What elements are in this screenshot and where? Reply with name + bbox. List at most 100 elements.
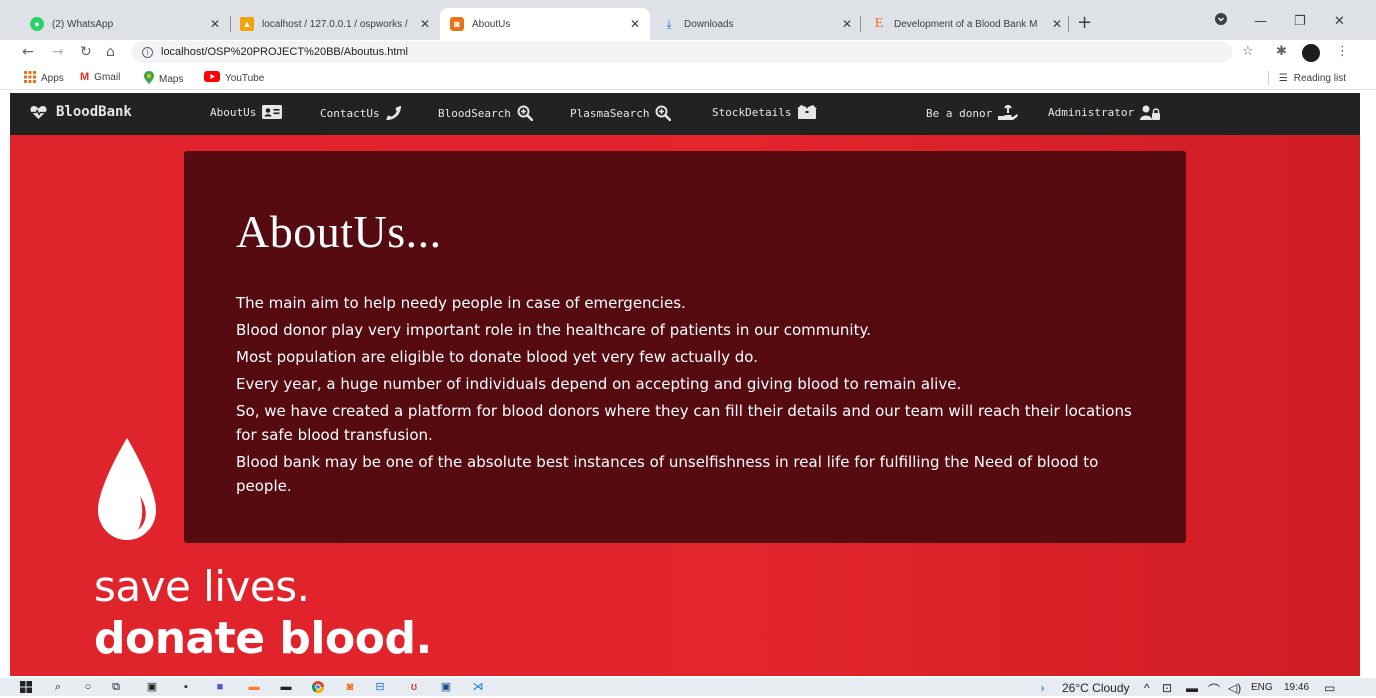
nav-bloodsearch[interactable]: BloodSearch (438, 105, 533, 121)
close-icon[interactable]: ✕ (420, 17, 430, 31)
nav-label: AboutUs (210, 105, 257, 119)
bookmark-label: Gmail (94, 71, 121, 83)
url-field[interactable]: i localhost/OSP%20PROJECT%20BB/Aboutus.h… (132, 41, 1232, 63)
nav-administrator[interactable]: Administrator (1048, 105, 1161, 120)
wifi-icon[interactable]: ⌒ (1208, 681, 1220, 698)
volume-icon[interactable]: ◁) (1228, 681, 1241, 695)
nav-contactus[interactable]: ContactUs (320, 105, 402, 121)
folder-icon[interactable]: ▬ (280, 681, 292, 693)
donate-hand-icon (998, 105, 1018, 121)
reload-icon[interactable]: ↻ (80, 44, 92, 60)
about-paragraph: Most population are eligible to donate b… (236, 348, 758, 366)
about-paragraph: So, we have created a platform for blood… (236, 402, 1132, 444)
youtube-icon (204, 71, 220, 85)
app-icon[interactable]: ◙ (344, 681, 356, 693)
app-icon[interactable]: ▣ (440, 681, 452, 693)
tab-title: (2) WhatsApp (52, 18, 114, 30)
browser-tab-bar: ● (2) WhatsApp ✕ ▲ localhost / 127.0.0.1… (0, 0, 1376, 44)
tab-title: Downloads (684, 18, 734, 30)
nav-aboutus[interactable]: AboutUs (210, 105, 283, 119)
tab-aboutus[interactable]: ◙ AboutUs ✕ (440, 8, 650, 40)
new-tab-icon[interactable]: + (1077, 14, 1092, 32)
close-window-icon[interactable]: ✕ (1334, 14, 1345, 29)
notifications-icon[interactable]: ▭ (1324, 681, 1335, 695)
clock[interactable]: 19:46 (1284, 682, 1309, 693)
divider (1267, 71, 1269, 85)
phpmyadmin-icon: ▲ (240, 17, 254, 31)
id-card-icon (262, 105, 283, 119)
tab-development[interactable]: E Development of a Blood Bank M ✕ (862, 8, 1072, 40)
tab-phpmyadmin[interactable]: ▲ localhost / 127.0.0.1 / ospworks / ✕ (230, 8, 440, 40)
weather-icon[interactable]: ◑ (1038, 681, 1045, 695)
bookmark-gmail[interactable]: M Gmail (80, 71, 120, 83)
tab-divider (1068, 16, 1069, 32)
menu-icon[interactable]: ⋮ (1336, 45, 1349, 59)
page-content: BloodBank AboutUs ContactUs BloodSearch … (10, 93, 1360, 676)
nav-be-a-donor[interactable]: Be a donor (926, 105, 1018, 121)
reading-list-button[interactable]: ☰ Reading list (1267, 71, 1346, 85)
about-paragraph: Blood bank may be one of the absolute be… (236, 453, 1099, 495)
cortana-icon[interactable]: ○ (82, 681, 94, 693)
mail-icon[interactable]: ▪ (180, 681, 192, 693)
search-plus-icon (517, 105, 533, 121)
weather-text[interactable]: 26°C Cloudy (1062, 681, 1130, 695)
address-bar-row: ← → ↻ ⌂ i localhost/OSP%20PROJECT%20BB/A… (0, 40, 1376, 66)
network-icon[interactable]: ⊡ (1162, 681, 1172, 695)
battery-icon[interactable]: ▬ (1186, 681, 1198, 695)
tab-whatsapp[interactable]: ● (2) WhatsApp ✕ (20, 8, 230, 40)
nav-label: BloodSearch (438, 106, 511, 120)
bookmarks-bar: Apps M Gmail Maps YouTube ☰ Reading list (0, 66, 1376, 90)
nav-stockdetails[interactable]: StockDetails (712, 105, 818, 119)
tab-title: Development of a Blood Bank M (894, 18, 1038, 30)
brand-link[interactable]: BloodBank (30, 104, 132, 120)
about-paragraph: Blood donor play very important role in … (236, 321, 871, 339)
avatar[interactable] (1302, 44, 1320, 62)
maximize-icon[interactable]: ❐ (1294, 14, 1306, 29)
bookmark-apps[interactable]: Apps (24, 71, 64, 86)
vscode-icon[interactable]: ⋊ (472, 681, 484, 693)
phone-icon (385, 105, 402, 121)
app-icon[interactable]: ⊟ (374, 681, 386, 693)
app-icon[interactable]: ʊ (408, 681, 420, 693)
nav-plasmasearch[interactable]: PlasmaSearch (570, 105, 672, 121)
minimize-icon[interactable]: — (1254, 14, 1267, 29)
tab-downloads[interactable]: ⤓ Downloads ✕ (652, 8, 862, 40)
store-icon[interactable]: ▣ (146, 681, 158, 693)
tab-search-icon[interactable] (1214, 12, 1228, 30)
close-icon[interactable]: ✕ (630, 17, 640, 31)
bookmark-maps[interactable]: Maps (144, 71, 183, 87)
close-icon[interactable]: ✕ (842, 17, 852, 31)
teams-icon[interactable]: ■ (214, 681, 226, 693)
heartbeat-icon (30, 105, 47, 120)
close-icon[interactable]: ✕ (210, 17, 220, 31)
home-icon[interactable]: ⌂ (106, 44, 115, 60)
info-icon[interactable]: i (142, 46, 153, 58)
blood-drop-icon (98, 438, 156, 540)
bookmark-youtube[interactable]: YouTube (204, 71, 264, 85)
language-indicator[interactable]: ENG (1251, 682, 1273, 693)
nav-label: Administrator (1048, 106, 1135, 119)
about-text: The main aim to help needy people in cas… (236, 291, 1136, 501)
bookmark-label: YouTube (225, 72, 265, 84)
page-icon: ◙ (450, 17, 464, 31)
xampp-icon[interactable]: ▬ (248, 681, 260, 693)
whatsapp-icon: ● (30, 17, 44, 31)
extensions-icon[interactable]: ✱ (1276, 45, 1287, 59)
e-icon: E (874, 16, 884, 31)
task-view-icon[interactable]: ⧉ (110, 681, 122, 693)
nav-label: ContactUs (320, 106, 380, 120)
star-icon[interactable]: ☆ (1242, 45, 1254, 59)
close-icon[interactable]: ✕ (1052, 17, 1062, 31)
slogan-line-1: save lives. (94, 562, 310, 611)
about-paragraph: Every year, a huge number of individuals… (236, 375, 962, 393)
chevron-up-icon[interactable]: ^ (1144, 681, 1150, 695)
url-text: localhost/OSP%20PROJECT%20BB/Aboutus.htm… (161, 46, 409, 58)
boxes-icon (797, 105, 818, 119)
forward-icon[interactable]: → (52, 44, 64, 60)
nav-label: Be a donor (926, 106, 993, 120)
back-icon[interactable]: ← (22, 44, 34, 60)
chrome-icon[interactable] (312, 681, 324, 693)
windows-start-icon[interactable] (20, 681, 32, 693)
download-icon: ⤓ (666, 16, 672, 31)
search-icon[interactable]: ⌕ (52, 681, 64, 693)
